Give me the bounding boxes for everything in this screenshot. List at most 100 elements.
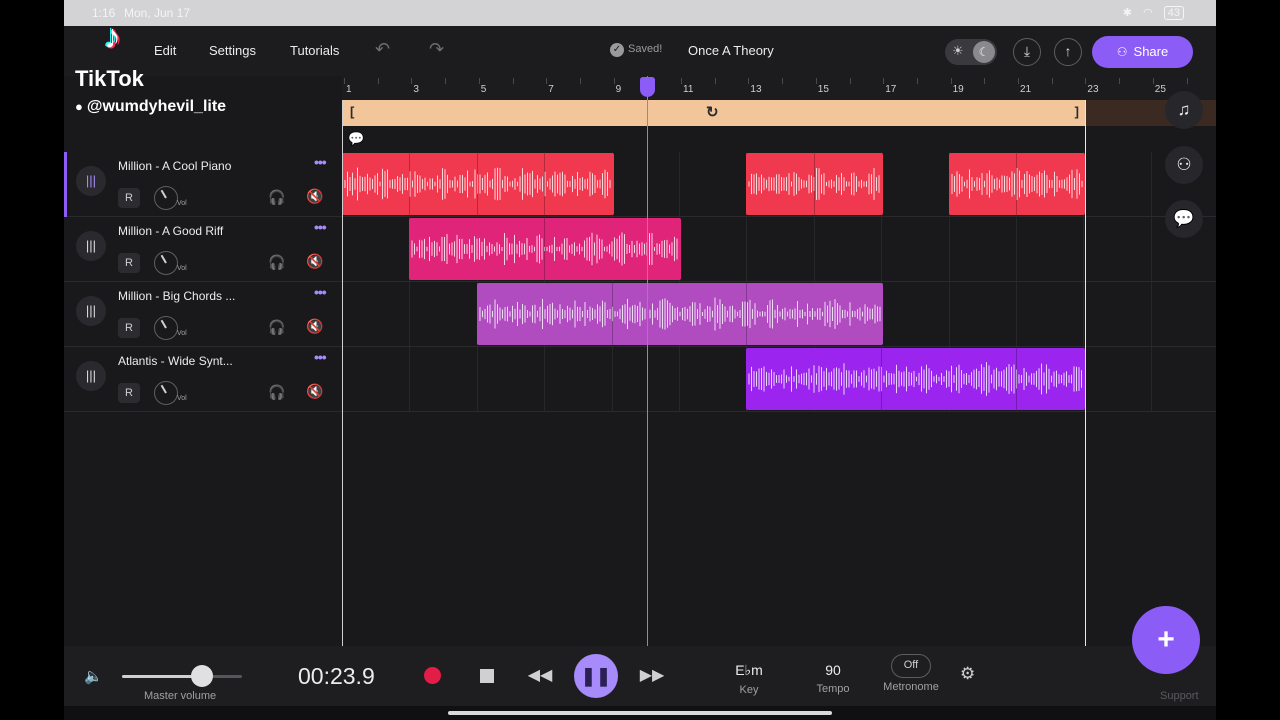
track-name[interactable]: Million - Big Chords ...: [118, 289, 235, 303]
track-header[interactable]: ||| Million - A Cool Piano ••• R Vol 🎧 🔇: [64, 152, 342, 217]
menu-tutorials[interactable]: Tutorials: [290, 43, 339, 58]
bluetooth-icon: ✱: [1122, 7, 1133, 19]
audio-clip[interactable]: [746, 348, 1086, 410]
redo-icon[interactable]: ↷: [429, 39, 444, 60]
rewind-button[interactable]: ◀◀: [524, 660, 556, 692]
audio-clip[interactable]: [342, 153, 614, 215]
ruler-number: 3: [413, 84, 419, 95]
chat-button[interactable]: 💬: [1165, 200, 1203, 238]
tiktok-handle-text: @wumdyhevil_lite: [86, 98, 227, 115]
record-icon: [423, 667, 441, 685]
audio-clip[interactable]: [746, 153, 884, 215]
ruler-number: 19: [952, 84, 964, 95]
menu-settings[interactable]: Settings: [209, 43, 256, 58]
audio-clip[interactable]: [409, 218, 681, 280]
more-options-icon[interactable]: •••: [314, 349, 327, 365]
key-label: Key: [739, 684, 759, 696]
loop-start-line: [342, 100, 343, 646]
record-arm-button[interactable]: R: [118, 383, 140, 403]
key-control[interactable]: E♭m Key: [724, 662, 774, 696]
more-options-icon[interactable]: •••: [314, 154, 327, 170]
add-comment-icon[interactable]: 💬: [348, 131, 364, 147]
headphones-icon[interactable]: 🎧: [268, 384, 285, 401]
audio-clip[interactable]: [948, 153, 1086, 215]
undo-icon[interactable]: ↶: [375, 39, 390, 60]
fast-forward-button[interactable]: ▶▶: [636, 660, 668, 692]
playhead-handle[interactable]: [640, 77, 655, 97]
ruler-tick: [815, 78, 817, 84]
volume-knob[interactable]: [154, 316, 178, 340]
mute-icon[interactable]: 🔇: [306, 318, 323, 335]
menu-edit[interactable]: Edit: [154, 43, 176, 58]
ruler-tick: [546, 78, 548, 84]
add-track-button[interactable]: +: [1132, 606, 1200, 674]
gear-icon[interactable]: ⚙: [960, 664, 975, 684]
collaborators-button[interactable]: ⚇: [1165, 146, 1203, 184]
system-icons: ✱ ◠ 43: [1122, 6, 1184, 20]
publish-button[interactable]: ↑: [1054, 38, 1082, 66]
more-options-icon[interactable]: •••: [314, 284, 327, 300]
more-options-icon[interactable]: •••: [314, 219, 327, 235]
volume-knob[interactable]: [154, 381, 178, 405]
headphones-icon[interactable]: 🎧: [268, 254, 285, 271]
track-name[interactable]: Million - A Cool Piano: [118, 159, 231, 173]
daw-app: 1:16 Mon, Jun 17 ✱ ◠ 43 Edit Settings Tu…: [64, 0, 1216, 720]
volume-label: Vol: [177, 330, 187, 337]
track-header[interactable]: ||| Atlantis - Wide Synt... ••• R Vol 🎧 …: [64, 347, 342, 412]
volume-knob[interactable]: [154, 251, 178, 275]
track-name[interactable]: Atlantis - Wide Synt...: [118, 354, 233, 368]
instruments-button[interactable]: ♫: [1165, 91, 1203, 129]
ruler-tick: [984, 78, 986, 84]
master-volume-thumb[interactable]: [191, 665, 214, 687]
pause-button[interactable]: ❚❚: [574, 654, 618, 698]
track-header[interactable]: ||| Million - Big Chords ... ••• R Vol 🎧…: [64, 282, 342, 347]
waveform: [951, 168, 1083, 200]
loop-end-line: [1085, 100, 1086, 646]
record-arm-button[interactable]: R: [118, 318, 140, 338]
support-link[interactable]: Support: [1160, 690, 1199, 702]
track-header[interactable]: ||| Million - A Good Riff ••• R Vol 🎧 🔇: [64, 217, 342, 282]
metronome-control[interactable]: Off Metronome: [876, 654, 946, 693]
audio-clip[interactable]: [476, 283, 884, 345]
master-volume-slider[interactable]: [122, 665, 242, 687]
loop-end-handle-icon[interactable]: ]: [1075, 104, 1079, 119]
share-button[interactable]: ⚇ Share: [1092, 36, 1193, 68]
tempo-control[interactable]: 90 Tempo: [808, 662, 858, 695]
clip-divider: [544, 153, 546, 215]
download-button[interactable]: ⤓: [1013, 38, 1041, 66]
stop-button[interactable]: [471, 660, 503, 692]
wifi-icon: ◠: [1143, 7, 1153, 19]
record-button[interactable]: [416, 660, 448, 692]
record-arm-button[interactable]: R: [118, 188, 140, 208]
ruler-tick: [1119, 78, 1121, 84]
record-arm-button[interactable]: R: [118, 253, 140, 273]
bar-ruler[interactable]: 1 3 5 7 9 11 13 15 17 19 21 23 25: [342, 76, 1216, 100]
waveform-icon[interactable]: |||: [76, 361, 106, 391]
track-name[interactable]: Million - A Good Riff: [118, 224, 223, 238]
waveform-icon[interactable]: |||: [76, 296, 106, 326]
ruler-tick: [883, 78, 885, 84]
mute-icon[interactable]: 🔇: [306, 253, 323, 270]
loop-region[interactable]: [ ↻ ]: [342, 100, 1085, 126]
users-icon: ⚇: [1116, 45, 1128, 59]
waveform-icon[interactable]: |||: [76, 166, 106, 196]
transport-bar: 🔈 Master volume 00:23.9 ◀◀ ❚❚ ▶▶ E♭m Key…: [64, 646, 1216, 706]
clip-divider: [746, 283, 748, 345]
ruler-number: 9: [615, 84, 622, 95]
mute-icon[interactable]: 🔇: [306, 188, 323, 205]
loop-icon[interactable]: ↻: [706, 103, 719, 121]
metronome-toggle[interactable]: Off: [891, 654, 931, 678]
headphones-icon[interactable]: 🎧: [268, 189, 285, 206]
rewind-icon: ◀◀: [527, 667, 553, 684]
home-indicator: [448, 711, 832, 715]
project-title[interactable]: Once A Theory: [688, 43, 774, 58]
mute-icon[interactable]: 🔇: [306, 383, 323, 400]
waveform-icon[interactable]: |||: [76, 231, 106, 261]
loop-start-handle-icon[interactable]: [: [350, 104, 354, 119]
theme-toggle[interactable]: ☀ ☾: [945, 39, 997, 65]
volume-knob[interactable]: [154, 186, 178, 210]
speaker-icon[interactable]: 🔈: [84, 667, 103, 685]
timeline[interactable]: 1 3 5 7 9 11 13 15 17 19 21 23 25 [ ↻ ] 💬: [342, 76, 1216, 646]
headphones-icon[interactable]: 🎧: [268, 319, 285, 336]
clip-divider: [611, 283, 613, 345]
